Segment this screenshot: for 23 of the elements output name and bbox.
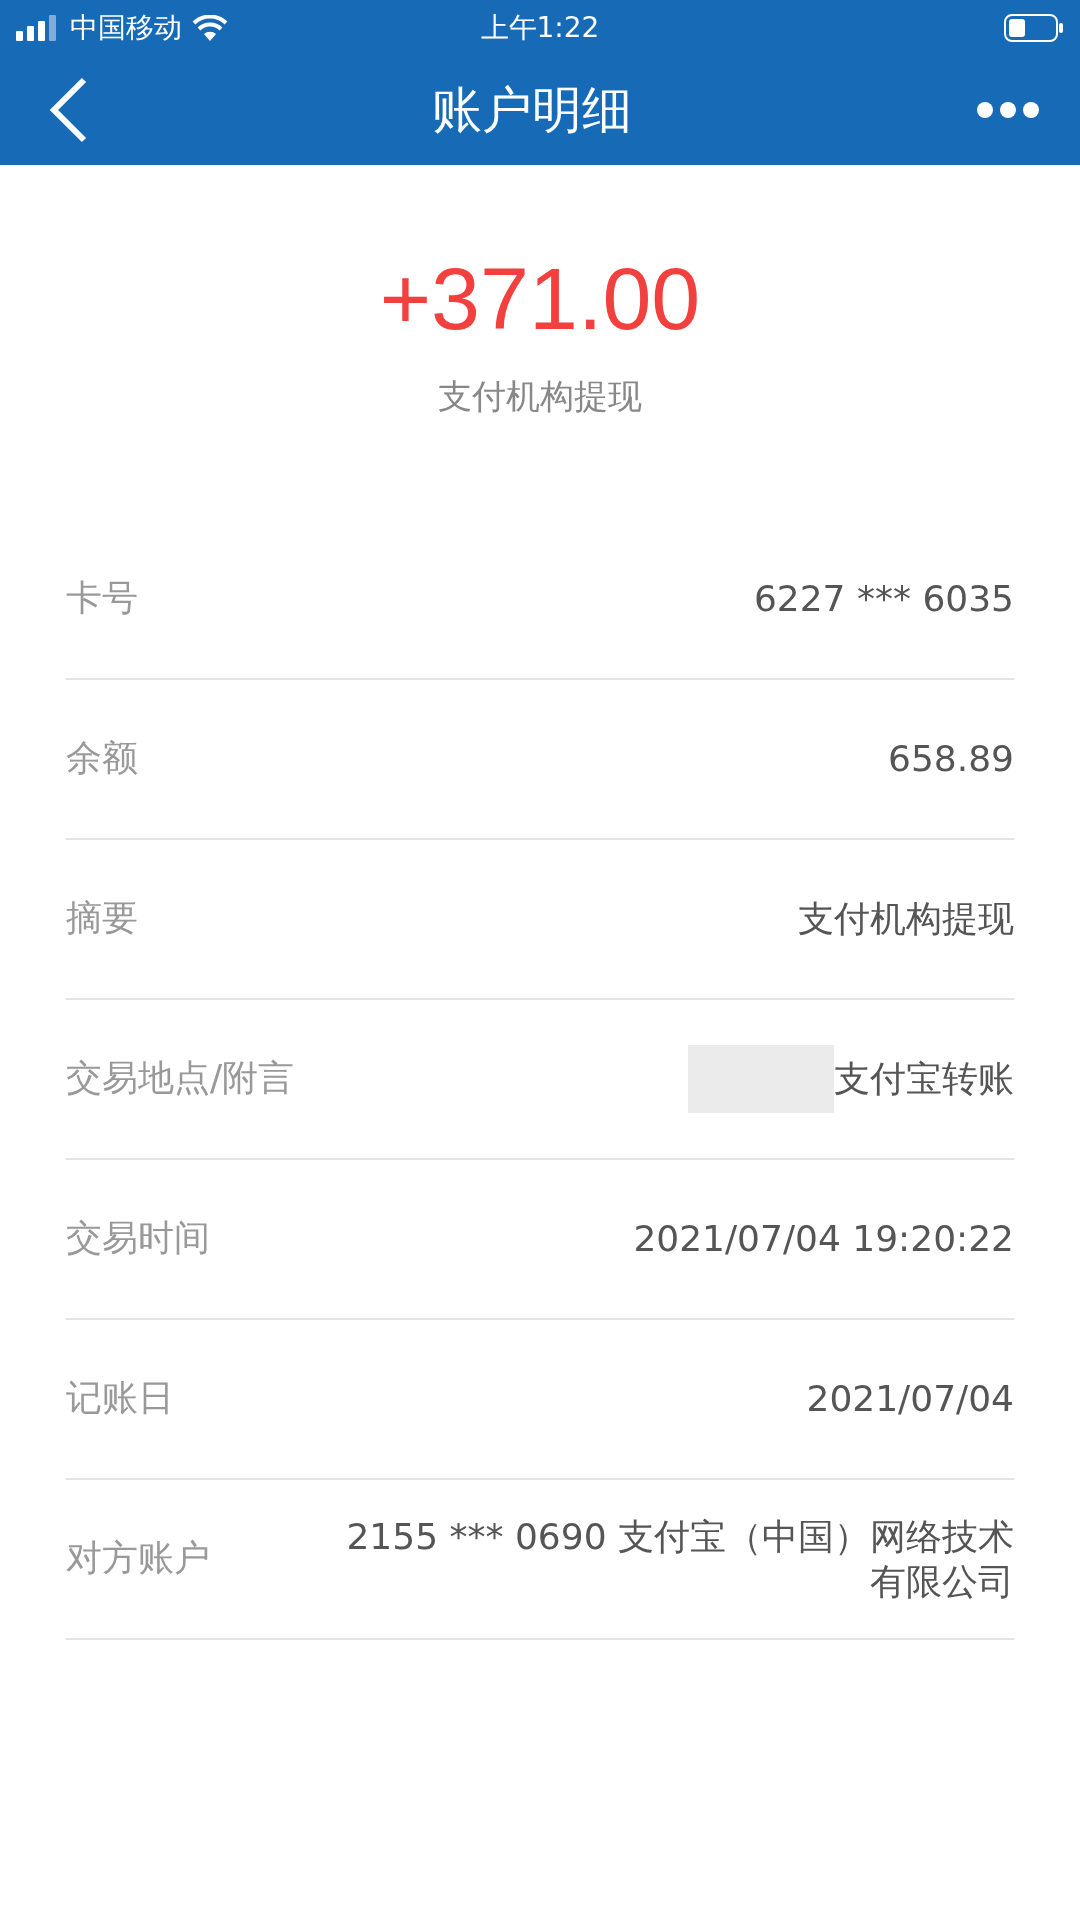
detail-value: 2021/07/04 <box>806 1377 1014 1422</box>
back-icon[interactable] <box>48 77 88 143</box>
status-time: 上午1:22 <box>480 9 600 46</box>
detail-value: 2155 *** 0690 支付宝（中国）网络技术有限公司 <box>345 1514 1014 1604</box>
battery-icon <box>1004 13 1064 42</box>
detail-value: 6227 *** 6035 <box>753 577 1014 622</box>
transaction-amount: +371.00 <box>379 251 701 348</box>
detail-value: 支付机构提现 <box>798 897 1014 942</box>
detail-value: 2021/07/04 19:20:22 <box>633 1217 1014 1262</box>
detail-label: 记账日 <box>66 1376 174 1421</box>
detail-label: 对方账户 <box>66 1536 210 1581</box>
more-icon[interactable] <box>976 101 1040 119</box>
detail-label: 交易地点/附言 <box>66 1056 295 1101</box>
carrier-name: 中国移动 <box>70 9 182 46</box>
detail-label: 摘要 <box>66 896 138 941</box>
wifi-icon <box>192 14 228 41</box>
transaction-description: 支付机构提现 <box>438 374 642 418</box>
detail-value: 658.89 <box>888 737 1014 782</box>
page-title: 账户明细 <box>432 79 632 141</box>
detail-label: 余额 <box>66 736 138 781</box>
detail-value: 支付宝转账 <box>834 1057 1014 1102</box>
detail-label: 卡号 <box>66 576 138 621</box>
detail-label: 交易时间 <box>66 1216 210 1261</box>
